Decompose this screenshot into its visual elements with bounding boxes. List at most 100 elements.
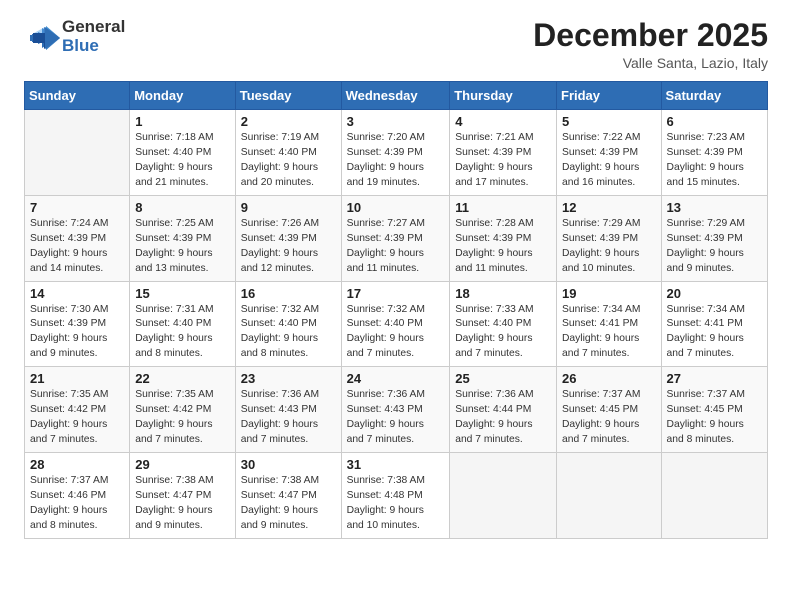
day-number: 18 <box>455 286 551 301</box>
day-number: 1 <box>135 114 230 129</box>
day-info: Sunrise: 7:35 AM Sunset: 4:42 PM Dayligh… <box>30 388 124 448</box>
calendar-cell: 6 Sunrise: 7:23 AM Sunset: 4:39 PM Daylig… <box>661 110 767 196</box>
day-number: 28 <box>30 457 124 472</box>
calendar-cell: 1Sunrise: 7:18 AM Sunset: 4:40 PM Daylig… <box>130 110 236 196</box>
day-info: Sunrise: 7:33 AM Sunset: 4:40 PM Dayligh… <box>455 303 551 363</box>
page-subtitle: Valle Santa, Lazio, Italy <box>533 55 768 71</box>
day-info: Sunrise: 7:20 AM Sunset: 4:39 PM Dayligh… <box>347 131 445 191</box>
logo-icon <box>24 18 62 56</box>
day-info: Sunrise: 7:37 AM Sunset: 4:46 PM Dayligh… <box>30 474 124 534</box>
calendar-cell: 2 Sunrise: 7:19 AM Sunset: 4:40 PM Daylig… <box>235 110 341 196</box>
col-header-saturday: Saturday <box>661 82 767 110</box>
day-info: Sunrise: 7:30 AM Sunset: 4:39 PM Dayligh… <box>30 303 124 363</box>
calendar-cell: 25 Sunrise: 7:36 AM Sunset: 4:44 PM Dayli… <box>450 367 557 453</box>
calendar-cell <box>450 452 557 538</box>
day-number: 19 <box>562 286 656 301</box>
day-number: 15 <box>135 286 230 301</box>
day-info: Sunrise: 7:26 AM Sunset: 4:39 PM Dayligh… <box>241 217 336 277</box>
col-header-thursday: Thursday <box>450 82 557 110</box>
day-info: Sunrise: 7:19 AM Sunset: 4:40 PM Dayligh… <box>241 131 336 191</box>
calendar-cell: 11Sunrise: 7:28 AM Sunset: 4:39 PM Dayli… <box>450 195 557 281</box>
col-header-friday: Friday <box>557 82 662 110</box>
day-number: 4 <box>455 114 551 129</box>
day-number: 7 <box>30 200 124 215</box>
calendar-cell <box>557 452 662 538</box>
calendar-cell: 26 Sunrise: 7:37 AM Sunset: 4:45 PM Dayli… <box>557 367 662 453</box>
calendar-body: 1Sunrise: 7:18 AM Sunset: 4:40 PM Daylig… <box>25 110 768 538</box>
day-number: 3 <box>347 114 445 129</box>
calendar-cell: 20Sunrise: 7:34 AM Sunset: 4:41 PM Dayli… <box>661 281 767 367</box>
calendar-cell: 10Sunrise: 7:27 AM Sunset: 4:39 PM Dayli… <box>341 195 450 281</box>
day-number: 25 <box>455 371 551 386</box>
day-number: 6 <box>667 114 762 129</box>
title-block: December 2025 Valle Santa, Lazio, Italy <box>533 18 768 71</box>
day-number: 5 <box>562 114 656 129</box>
calendar-cell: 8Sunrise: 7:25 AM Sunset: 4:39 PM Daylig… <box>130 195 236 281</box>
day-info: Sunrise: 7:38 AM Sunset: 4:48 PM Dayligh… <box>347 474 445 534</box>
day-info: Sunrise: 7:35 AM Sunset: 4:42 PM Dayligh… <box>135 388 230 448</box>
day-info: Sunrise: 7:34 AM Sunset: 4:41 PM Dayligh… <box>667 303 762 363</box>
day-info: Sunrise: 7:29 AM Sunset: 4:39 PM Dayligh… <box>562 217 656 277</box>
day-info: Sunrise: 7:38 AM Sunset: 4:47 PM Dayligh… <box>241 474 336 534</box>
day-number: 2 <box>241 114 336 129</box>
calendar-cell: 16 Sunrise: 7:32 AM Sunset: 4:40 PM Dayli… <box>235 281 341 367</box>
col-header-wednesday: Wednesday <box>341 82 450 110</box>
calendar-cell: 28 Sunrise: 7:37 AM Sunset: 4:46 PM Dayli… <box>25 452 130 538</box>
day-number: 26 <box>562 371 656 386</box>
logo-general-text: General <box>62 18 125 37</box>
calendar-row: 7Sunrise: 7:24 AM Sunset: 4:39 PM Daylig… <box>25 195 768 281</box>
day-info: Sunrise: 7:29 AM Sunset: 4:39 PM Dayligh… <box>667 217 762 277</box>
calendar-cell: 5Sunrise: 7:22 AM Sunset: 4:39 PM Daylig… <box>557 110 662 196</box>
calendar-cell: 12 Sunrise: 7:29 AM Sunset: 4:39 PM Dayli… <box>557 195 662 281</box>
day-info: Sunrise: 7:25 AM Sunset: 4:39 PM Dayligh… <box>135 217 230 277</box>
day-info: Sunrise: 7:36 AM Sunset: 4:43 PM Dayligh… <box>347 388 445 448</box>
calendar-cell: 18 Sunrise: 7:33 AM Sunset: 4:40 PM Dayli… <box>450 281 557 367</box>
day-number: 16 <box>241 286 336 301</box>
logo-text: General Blue <box>62 18 125 55</box>
calendar-cell: 30 Sunrise: 7:38 AM Sunset: 4:47 PM Dayli… <box>235 452 341 538</box>
day-info: Sunrise: 7:31 AM Sunset: 4:40 PM Dayligh… <box>135 303 230 363</box>
day-info: Sunrise: 7:37 AM Sunset: 4:45 PM Dayligh… <box>667 388 762 448</box>
day-info: Sunrise: 7:32 AM Sunset: 4:40 PM Dayligh… <box>241 303 336 363</box>
day-number: 22 <box>135 371 230 386</box>
col-header-tuesday: Tuesday <box>235 82 341 110</box>
calendar-cell <box>661 452 767 538</box>
col-header-monday: Monday <box>130 82 236 110</box>
calendar-row: 14Sunrise: 7:30 AM Sunset: 4:39 PM Dayli… <box>25 281 768 367</box>
logo: General Blue <box>24 18 125 56</box>
day-number: 9 <box>241 200 336 215</box>
day-number: 30 <box>241 457 336 472</box>
calendar-row: 1Sunrise: 7:18 AM Sunset: 4:40 PM Daylig… <box>25 110 768 196</box>
calendar-cell: 4 Sunrise: 7:21 AM Sunset: 4:39 PM Daylig… <box>450 110 557 196</box>
day-info: Sunrise: 7:36 AM Sunset: 4:43 PM Dayligh… <box>241 388 336 448</box>
calendar-cell <box>25 110 130 196</box>
calendar-cell: 17 Sunrise: 7:32 AM Sunset: 4:40 PM Dayli… <box>341 281 450 367</box>
calendar-cell: 31 Sunrise: 7:38 AM Sunset: 4:48 PM Dayli… <box>341 452 450 538</box>
day-info: Sunrise: 7:34 AM Sunset: 4:41 PM Dayligh… <box>562 303 656 363</box>
calendar-cell: 29Sunrise: 7:38 AM Sunset: 4:47 PM Dayli… <box>130 452 236 538</box>
day-number: 24 <box>347 371 445 386</box>
day-info: Sunrise: 7:27 AM Sunset: 4:39 PM Dayligh… <box>347 217 445 277</box>
day-info: Sunrise: 7:36 AM Sunset: 4:44 PM Dayligh… <box>455 388 551 448</box>
calendar-cell: 7Sunrise: 7:24 AM Sunset: 4:39 PM Daylig… <box>25 195 130 281</box>
calendar-cell: 27Sunrise: 7:37 AM Sunset: 4:45 PM Dayli… <box>661 367 767 453</box>
calendar-row: 21 Sunrise: 7:35 AM Sunset: 4:42 PM Dayli… <box>25 367 768 453</box>
header: General Blue December 2025 Valle Santa, … <box>24 18 768 71</box>
day-info: Sunrise: 7:32 AM Sunset: 4:40 PM Dayligh… <box>347 303 445 363</box>
logo-blue-text: Blue <box>62 37 125 56</box>
day-number: 31 <box>347 457 445 472</box>
day-number: 21 <box>30 371 124 386</box>
day-info: Sunrise: 7:21 AM Sunset: 4:39 PM Dayligh… <box>455 131 551 191</box>
day-number: 23 <box>241 371 336 386</box>
calendar-cell: 23 Sunrise: 7:36 AM Sunset: 4:43 PM Dayli… <box>235 367 341 453</box>
day-number: 29 <box>135 457 230 472</box>
day-number: 12 <box>562 200 656 215</box>
day-info: Sunrise: 7:37 AM Sunset: 4:45 PM Dayligh… <box>562 388 656 448</box>
day-number: 17 <box>347 286 445 301</box>
day-number: 13 <box>667 200 762 215</box>
day-info: Sunrise: 7:23 AM Sunset: 4:39 PM Dayligh… <box>667 131 762 191</box>
calendar-cell: 3 Sunrise: 7:20 AM Sunset: 4:39 PM Daylig… <box>341 110 450 196</box>
calendar-cell: 19 Sunrise: 7:34 AM Sunset: 4:41 PM Dayli… <box>557 281 662 367</box>
calendar-header: SundayMondayTuesdayWednesdayThursdayFrid… <box>25 82 768 110</box>
calendar-cell: 22 Sunrise: 7:35 AM Sunset: 4:42 PM Dayli… <box>130 367 236 453</box>
